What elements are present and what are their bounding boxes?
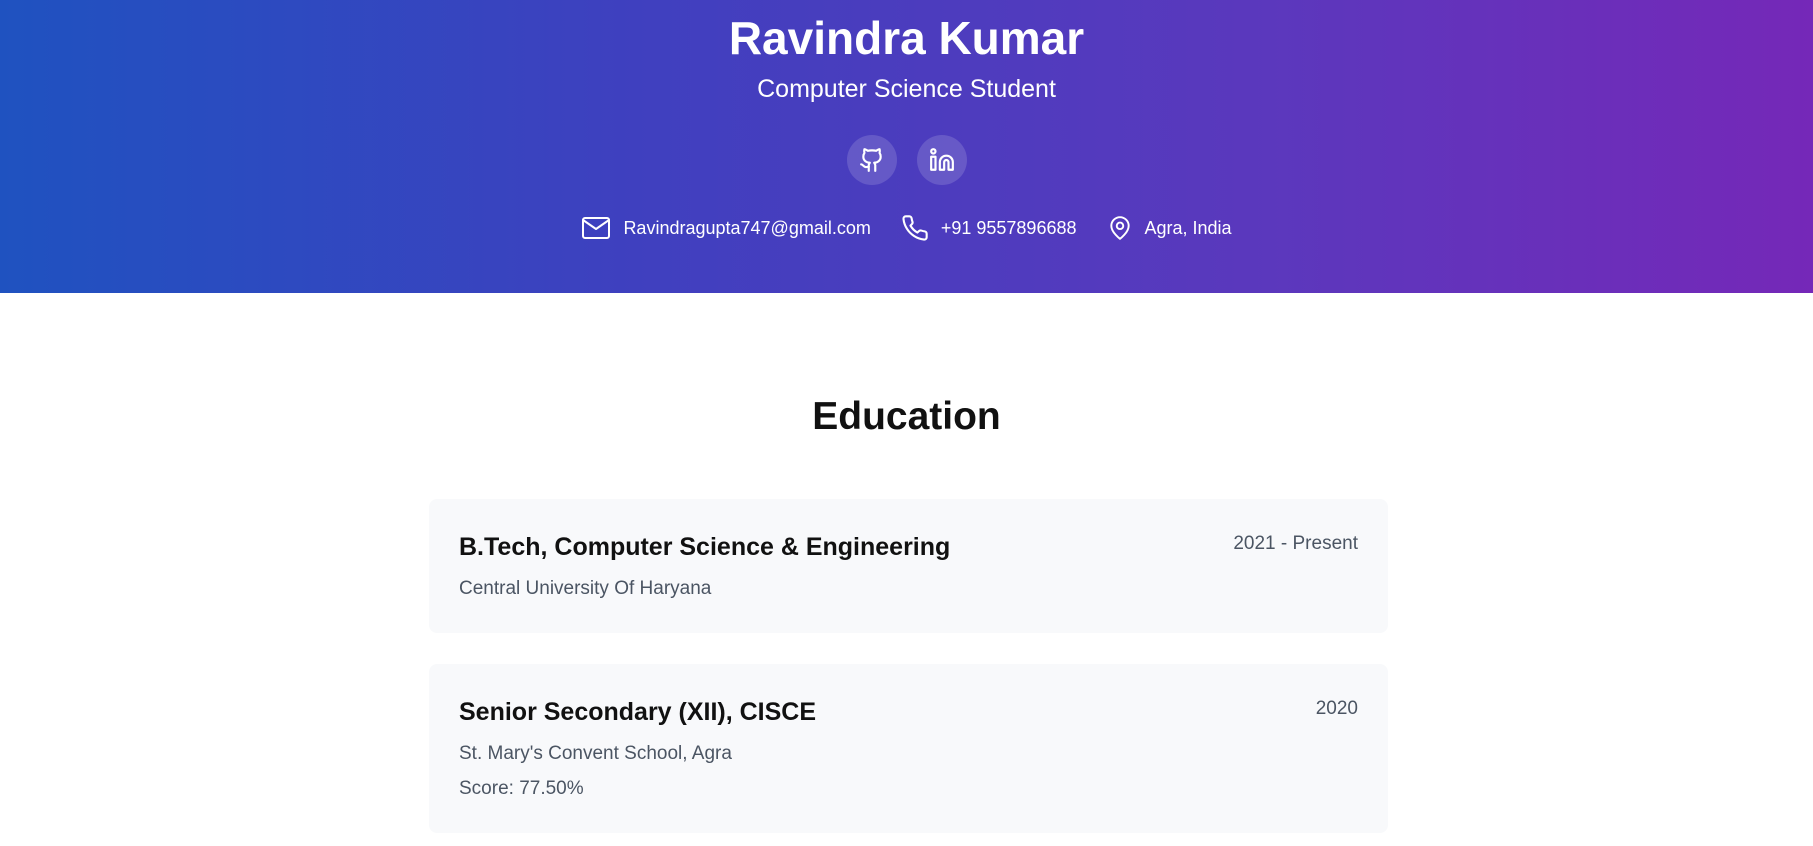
map-pin-icon bbox=[1107, 214, 1133, 242]
location-contact: Agra, India bbox=[1107, 214, 1232, 242]
education-score: Score: 77.50% bbox=[459, 778, 584, 799]
education-institution: St. Mary's Convent School, Agra bbox=[459, 743, 732, 764]
profile-header: Ravindra Kumar Computer Science Student bbox=[0, 0, 1813, 293]
education-period: 2021 - Present bbox=[1233, 533, 1358, 554]
education-card: B.Tech, Computer Science & Engineering 2… bbox=[429, 499, 1388, 633]
github-link[interactable] bbox=[846, 135, 897, 185]
education-period: 2020 bbox=[1315, 698, 1358, 719]
mail-icon bbox=[581, 216, 611, 240]
education-section-title: Education bbox=[812, 395, 1001, 438]
education-card: Senior Secondary (XII), CISCE 2020 St. M… bbox=[429, 664, 1388, 833]
education-degree: Senior Secondary (XII), CISCE bbox=[459, 698, 817, 726]
phone-text: +91 9557896688 bbox=[940, 217, 1077, 238]
phone-contact[interactable]: +91 9557896688 bbox=[901, 214, 1077, 242]
linkedin-link[interactable] bbox=[916, 135, 967, 185]
phone-icon bbox=[901, 214, 929, 242]
education-degree: B.Tech, Computer Science & Engineering bbox=[459, 533, 951, 561]
contact-info: Ravindragupta747@gmail.com +91 955789668… bbox=[0, 214, 1813, 242]
location-text: Agra, India bbox=[1144, 217, 1232, 238]
github-icon bbox=[859, 147, 885, 173]
email-text: Ravindragupta747@gmail.com bbox=[623, 217, 871, 238]
linkedin-icon bbox=[929, 147, 955, 173]
profile-name: Ravindra Kumar bbox=[728, 12, 1085, 64]
education-institution: Central University Of Haryana bbox=[459, 578, 712, 599]
email-contact[interactable]: Ravindragupta747@gmail.com bbox=[581, 216, 871, 240]
profile-role: Computer Science Student bbox=[757, 75, 1056, 103]
social-links bbox=[0, 135, 1813, 185]
